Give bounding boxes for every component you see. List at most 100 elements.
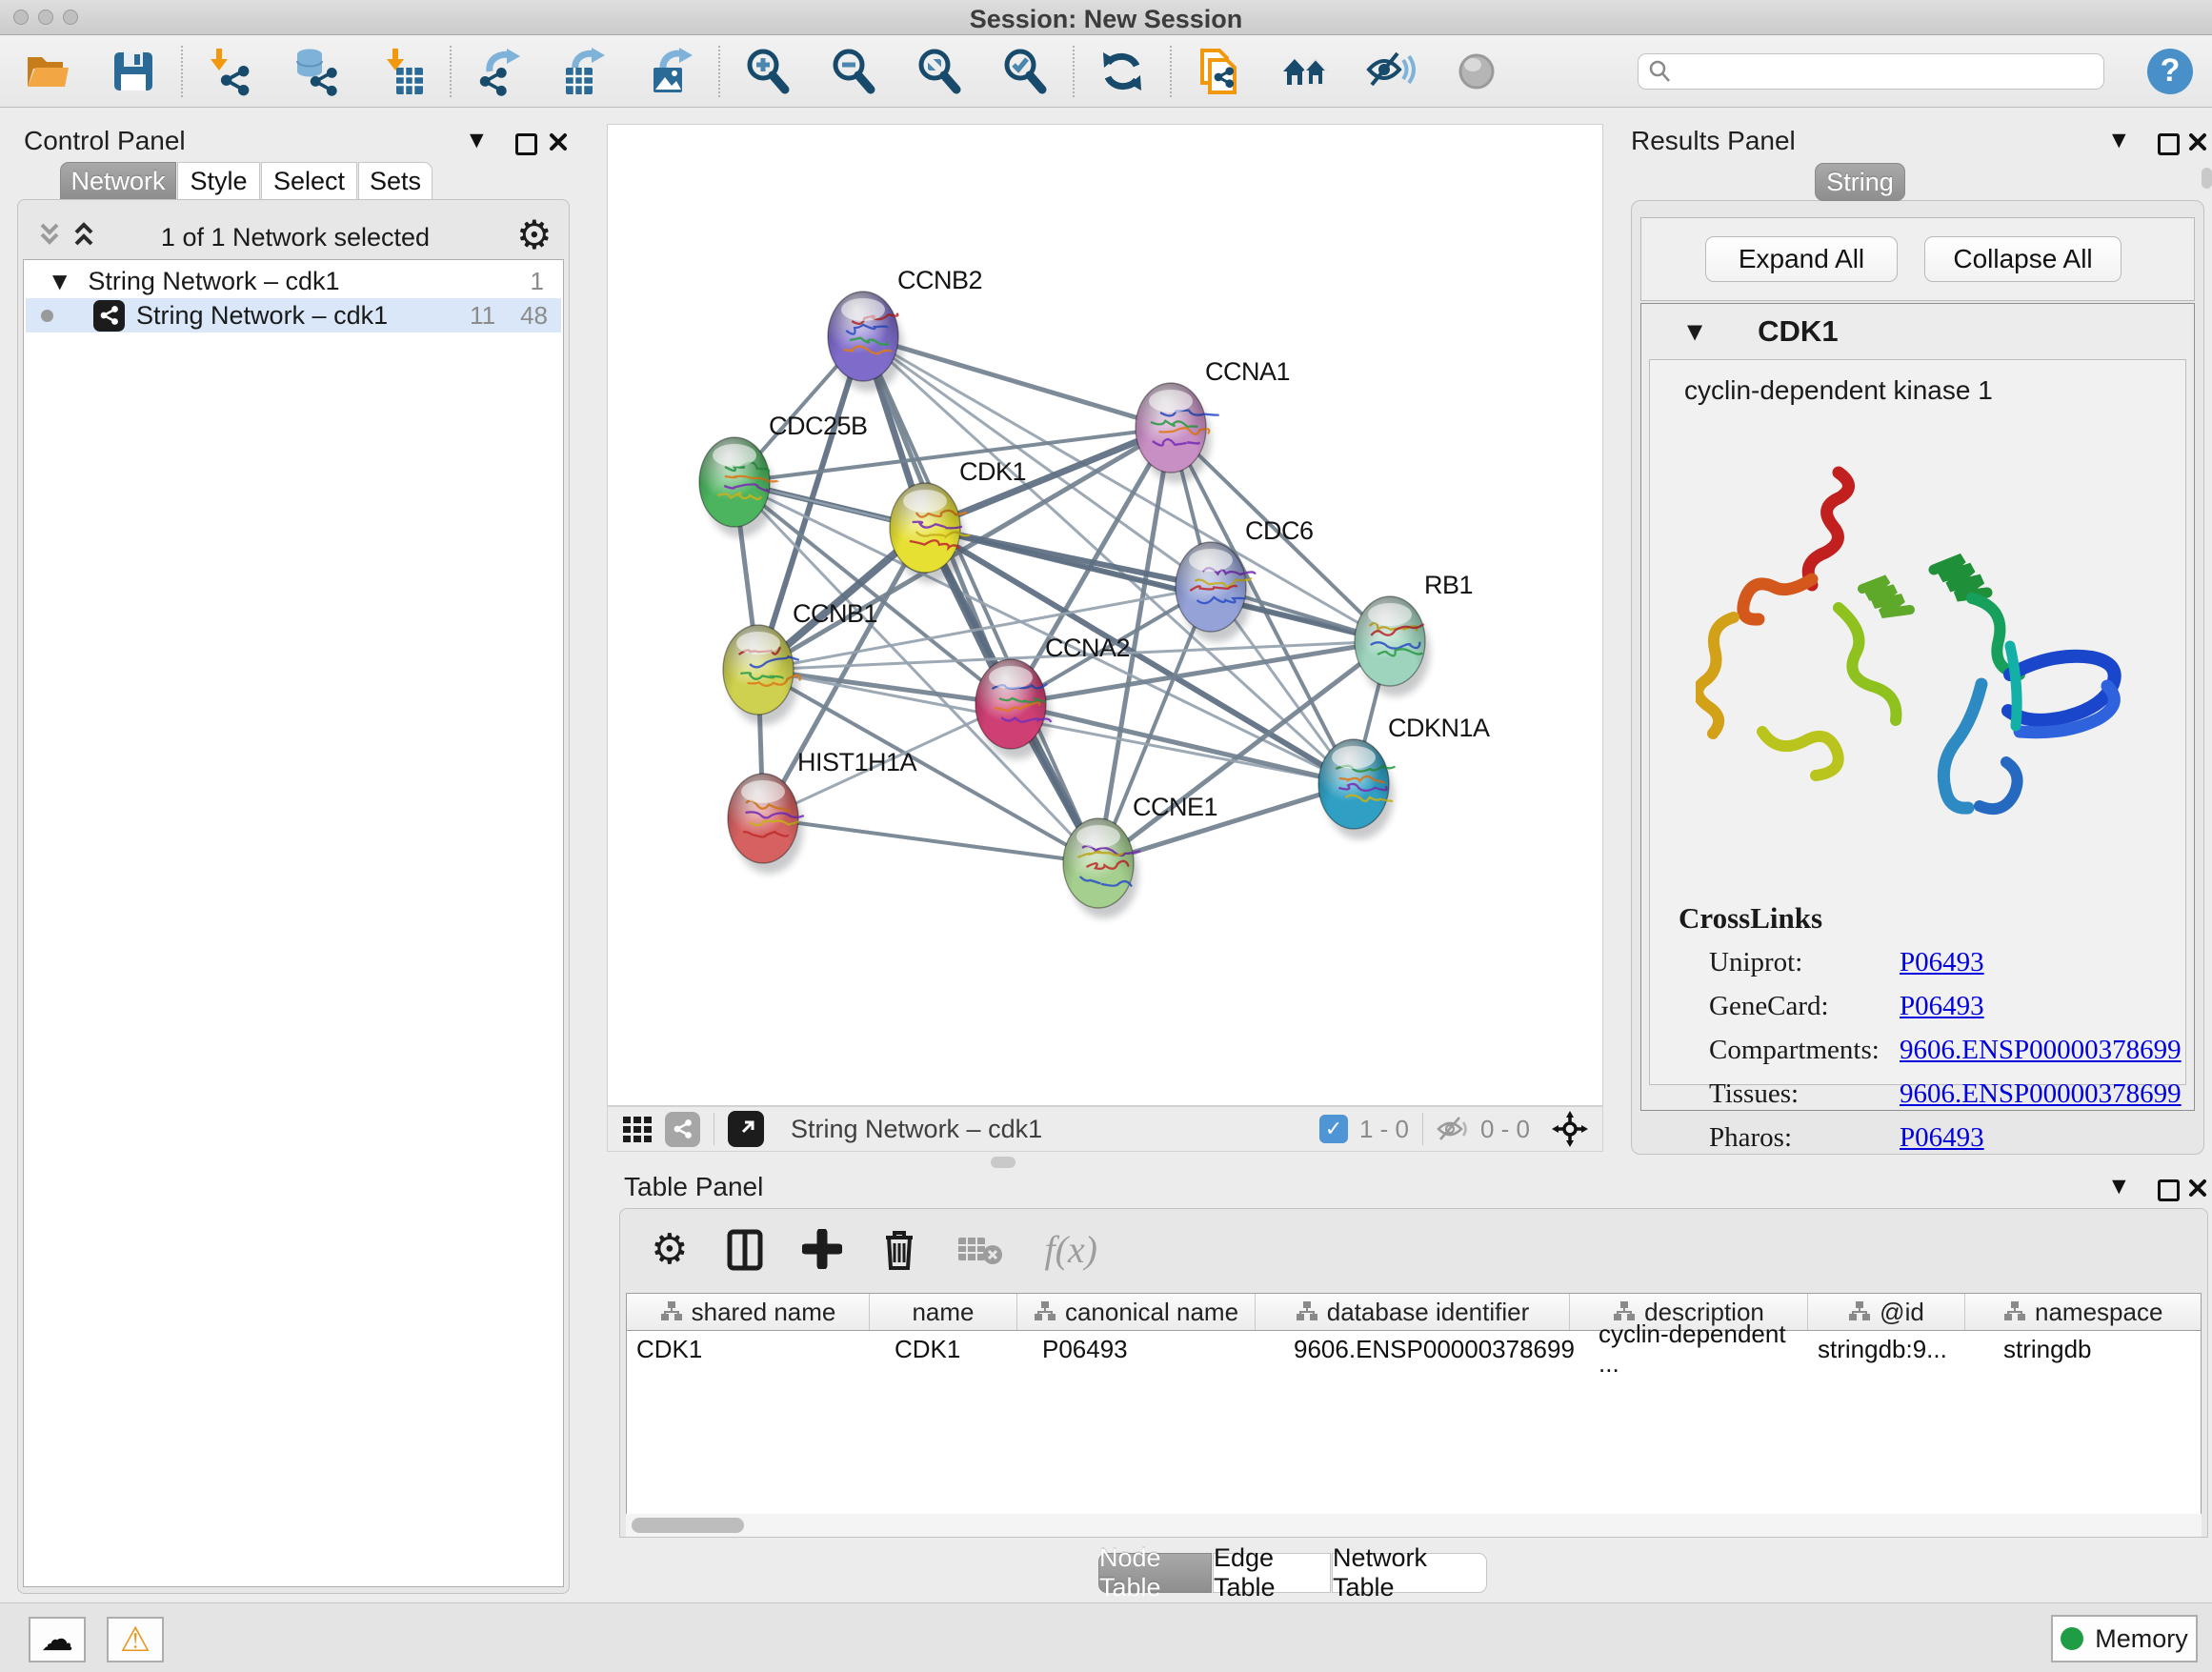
clear-table-icon-disabled bbox=[956, 1230, 1006, 1268]
cloud-status-button[interactable]: ☁ bbox=[29, 1617, 86, 1662]
tab-network-table[interactable]: Network Table bbox=[1332, 1553, 1487, 1593]
cloud-icon: ☁ bbox=[41, 1621, 73, 1659]
control-panel-close-icon[interactable] bbox=[549, 132, 568, 151]
table-row[interactable]: CDK1 CDK1 P06493 9606.ENSP00000378699 cy… bbox=[627, 1331, 2201, 1369]
show-columns-icon[interactable] bbox=[726, 1226, 764, 1272]
table-settings-gear-icon[interactable]: ⚙ bbox=[651, 1225, 688, 1274]
app-statusbar: ☁ ⚠ Memory bbox=[0, 1602, 2212, 1672]
cell-shared-name[interactable]: CDK1 bbox=[627, 1331, 870, 1367]
column-header-database-identifier[interactable]: database identifier bbox=[1256, 1294, 1570, 1330]
refresh-icon[interactable] bbox=[1097, 47, 1147, 96]
zoom-fit-icon[interactable] bbox=[915, 47, 964, 96]
tree-network-row[interactable]: String Network – cdk1 11 48 bbox=[26, 298, 561, 332]
table-hscrollbar[interactable] bbox=[626, 1514, 2202, 1537]
tree-root-count: 1 bbox=[531, 267, 544, 296]
memory-button[interactable]: Memory bbox=[2051, 1615, 2198, 1662]
cell-name[interactable]: CDK1 bbox=[870, 1331, 1017, 1367]
zoom-in-icon[interactable] bbox=[743, 47, 793, 96]
svg-text:CCNB1: CCNB1 bbox=[793, 599, 877, 628]
expand-all-chevrons-icon[interactable] bbox=[69, 219, 99, 252]
tab-node-table[interactable]: Node Table bbox=[1098, 1553, 1212, 1593]
control-panel-collapse-icon[interactable]: ▼ bbox=[470, 130, 484, 151]
tree-expander-icon[interactable]: ▼ bbox=[52, 270, 67, 292]
tab-string[interactable]: String bbox=[1815, 163, 1905, 201]
cell-description[interactable]: cyclin-dependent ... bbox=[1570, 1331, 1808, 1367]
add-column-icon[interactable] bbox=[802, 1229, 842, 1269]
results-panel-collapse-icon[interactable]: ▼ bbox=[2112, 130, 2126, 151]
open-session-icon[interactable] bbox=[23, 47, 72, 96]
crosslink-uniprot-link[interactable]: P06493 bbox=[1900, 947, 1984, 978]
splitter-grip[interactable] bbox=[991, 1157, 1016, 1168]
tab-style[interactable]: Style bbox=[177, 162, 260, 200]
hide-panel-eye-icon[interactable] bbox=[1366, 47, 1416, 96]
control-panel-float-icon[interactable] bbox=[515, 133, 537, 155]
import-database-icon[interactable] bbox=[292, 47, 341, 96]
zoom-selected-icon[interactable] bbox=[1000, 47, 1050, 96]
toolbar-separator bbox=[718, 46, 720, 97]
tab-edge-table[interactable]: Edge Table bbox=[1213, 1553, 1331, 1593]
warnings-button[interactable]: ⚠ bbox=[107, 1617, 164, 1662]
crosslink-label: GeneCard: bbox=[1709, 991, 1829, 1022]
tree-root-row[interactable]: ▼ String Network – cdk1 1 bbox=[26, 264, 561, 298]
search-input[interactable] bbox=[1638, 53, 2104, 90]
fit-selected-crosshair-icon[interactable] bbox=[1551, 1110, 1589, 1148]
network-options-gear-icon[interactable]: ⚙ bbox=[516, 212, 553, 258]
export-image-icon[interactable] bbox=[646, 47, 695, 96]
crosslink-genecard-link[interactable]: P06493 bbox=[1900, 991, 1984, 1022]
hscrollbar-thumb[interactable] bbox=[632, 1518, 744, 1533]
cell-canonical-name[interactable]: P06493 bbox=[1017, 1331, 1256, 1367]
column-header-canonical-name[interactable]: canonical name bbox=[1017, 1294, 1256, 1330]
crosslink-tissues-link[interactable]: 9606.ENSP00000378699 bbox=[1900, 1078, 2182, 1110]
hidden-eye-icon[interactable] bbox=[1437, 1115, 1471, 1143]
export-network-icon[interactable] bbox=[474, 47, 524, 96]
export-table-icon[interactable] bbox=[560, 47, 610, 96]
cell-namespace[interactable]: stringdb bbox=[1965, 1331, 2202, 1367]
column-header-name[interactable]: name bbox=[870, 1294, 1017, 1330]
share-view-icon[interactable] bbox=[665, 1112, 700, 1147]
hidden-counts: 0 - 0 bbox=[1480, 1115, 1530, 1144]
collapse-all-chevrons-icon[interactable] bbox=[34, 219, 65, 252]
zoom-out-icon[interactable] bbox=[829, 47, 878, 96]
splitter-grip[interactable] bbox=[2202, 168, 2212, 189]
help-button[interactable]: ? bbox=[2147, 49, 2193, 94]
table-panel-close-icon[interactable] bbox=[2188, 1178, 2207, 1198]
cdk1-section-header[interactable]: ▼ CDK1 bbox=[1641, 304, 2194, 359]
results-panel-float-icon[interactable] bbox=[2158, 133, 2180, 155]
table-panel-title: Table Panel bbox=[624, 1172, 763, 1202]
import-network-icon[interactable] bbox=[206, 47, 255, 96]
tab-sets[interactable]: Sets bbox=[358, 162, 432, 200]
attribute-icon bbox=[1034, 1300, 1056, 1323]
table-panel-collapse-icon[interactable]: ▼ bbox=[2112, 1176, 2126, 1197]
column-header-namespace[interactable]: namespace bbox=[1965, 1294, 2202, 1330]
selected-checkbox-icon[interactable]: ✓ bbox=[1319, 1115, 1348, 1143]
cell-id[interactable]: stringdb:9... bbox=[1808, 1331, 1965, 1367]
crosslink-label: Pharos: bbox=[1709, 1122, 1792, 1154]
tab-select[interactable]: Select bbox=[261, 162, 357, 200]
results-panel-close-icon[interactable] bbox=[2188, 132, 2207, 151]
cell-database-identifier[interactable]: 9606.ENSP00000378699 bbox=[1256, 1331, 1570, 1367]
cdk1-section: ▼ CDK1 cyclin-dependent kinase 1 CrossL bbox=[1640, 303, 2195, 1111]
collapse-all-button[interactable]: Collapse All bbox=[1924, 236, 2122, 282]
table-panel-float-icon[interactable] bbox=[2158, 1179, 2180, 1201]
tab-network[interactable]: Network bbox=[60, 162, 176, 200]
clone-network-icon[interactable] bbox=[1195, 47, 1244, 96]
crosslink-compartments-link[interactable]: 9606.ENSP00000378699 bbox=[1900, 1035, 2182, 1066]
section-collapse-icon[interactable]: ▼ bbox=[1687, 320, 1702, 343]
column-header-shared-name[interactable]: shared name bbox=[627, 1294, 870, 1330]
crosslink-pharos-link[interactable]: P06493 bbox=[1900, 1122, 1984, 1154]
string-network-graph[interactable]: CCNB2CCNA1CDC25BCDK1CDC6RB1CCNB1CCNA2CDK… bbox=[608, 125, 1602, 1105]
delete-column-icon[interactable] bbox=[880, 1226, 918, 1272]
attribute-icon bbox=[1848, 1300, 1871, 1323]
open-in-window-icon[interactable] bbox=[728, 1111, 764, 1147]
network-canvas[interactable]: CCNB2CCNA1CDC25BCDK1CDC6RB1CCNB1CCNA2CDK… bbox=[607, 124, 1603, 1106]
expand-all-button[interactable]: Expand All bbox=[1705, 236, 1898, 282]
save-session-icon[interactable] bbox=[109, 47, 158, 96]
import-table-icon[interactable] bbox=[377, 47, 427, 96]
tree-node-count: 11 bbox=[470, 301, 495, 331]
svg-text:CCNB2: CCNB2 bbox=[897, 266, 982, 294]
home-pair-icon[interactable] bbox=[1280, 47, 1330, 96]
crosslink-label: Uniprot: bbox=[1709, 947, 1802, 978]
svg-text:CCNA2: CCNA2 bbox=[1045, 634, 1130, 662]
column-header-id[interactable]: @id bbox=[1808, 1294, 1965, 1330]
grid-view-icon[interactable] bbox=[621, 1113, 654, 1145]
